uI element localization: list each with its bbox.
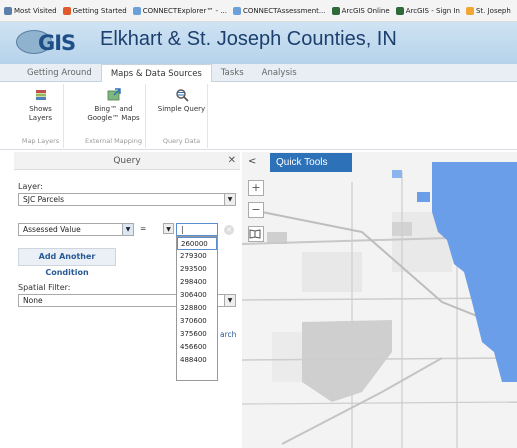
tab-maps-data-sources[interactable]: Maps & Data Sources bbox=[100, 64, 212, 83]
dropdown-option[interactable]: 306400 bbox=[177, 289, 217, 302]
ribbon-group-query-data: Simple Query Query Data bbox=[156, 84, 208, 148]
chevron-down-icon[interactable]: ▼ bbox=[122, 224, 133, 235]
ribbon-button-label: Simple Query bbox=[157, 105, 206, 113]
bookmark-label: St. Joseph bbox=[475, 6, 511, 15]
close-icon[interactable]: ✕ bbox=[228, 152, 236, 170]
map-canvas[interactable] bbox=[242, 152, 517, 448]
bookmark-label: ArcGIS Online bbox=[341, 6, 390, 15]
query-icon bbox=[175, 89, 189, 102]
ribbon-button-label: Shows Layers bbox=[28, 105, 53, 122]
bookmark-favicon-icon bbox=[132, 6, 141, 15]
clear-value-icon[interactable]: ✕ bbox=[224, 225, 234, 235]
bookmark-favicon-icon bbox=[395, 6, 404, 15]
value-input[interactable]: | bbox=[176, 223, 218, 236]
bookmark-label: Getting Started bbox=[72, 6, 127, 15]
bookmark-item[interactable]: ArcGIS Online bbox=[331, 6, 390, 15]
bookmark-label: Most Visited bbox=[14, 6, 57, 15]
city-patch bbox=[417, 192, 430, 202]
field-select[interactable]: Assessed Value ▼ bbox=[18, 223, 134, 236]
bookmark-item[interactable]: CONNECTAssessment... bbox=[233, 6, 326, 15]
bing-google-maps-button[interactable]: Bing™ and Google™ Maps bbox=[82, 88, 145, 123]
bookmark-favicon-icon bbox=[62, 6, 71, 15]
layer-label: Layer: bbox=[18, 182, 43, 191]
chevron-down-icon[interactable]: ▼ bbox=[224, 194, 235, 205]
bookmarks-bar: Most Visited Getting Started CONNECTExplor… bbox=[0, 0, 517, 22]
layers-icon bbox=[35, 90, 46, 100]
spatial-filter-label: Spatial Filter: bbox=[18, 283, 71, 292]
chevron-down-icon[interactable]: ▼ bbox=[163, 223, 174, 234]
collapse-panel-button[interactable]: < bbox=[248, 156, 258, 168]
city-patch bbox=[392, 170, 402, 178]
add-condition-button[interactable]: Add Another Condition bbox=[18, 248, 116, 277]
bookmark-favicon-icon bbox=[233, 6, 241, 15]
external-map-icon bbox=[107, 88, 121, 101]
urban-area-west bbox=[302, 320, 392, 402]
ribbon-tabs: Getting Around Maps & Data Sources Tasks An… bbox=[0, 64, 517, 83]
dropdown-option[interactable]: 488400 bbox=[177, 354, 217, 367]
bookmark-label: ArcGIS - Sign In bbox=[405, 6, 460, 15]
bookmark-label: CONNECTAssessment... bbox=[243, 6, 326, 15]
road bbox=[242, 401, 517, 405]
ribbon-button-label: Bing™ and Google™ Maps bbox=[87, 105, 140, 122]
field-select-value: Assessed Value bbox=[23, 225, 81, 234]
spatial-filter-value: None bbox=[23, 296, 43, 305]
zoom-out-button[interactable]: − bbox=[248, 202, 264, 218]
layer-select[interactable]: SJC Parcels ▼ bbox=[18, 193, 236, 206]
shows-layers-button[interactable]: Shows Layers bbox=[18, 88, 63, 123]
value-dropdown-list[interactable]: 260000 279300 293500 298400 306400 328800 3706… bbox=[176, 236, 218, 381]
bookmark-item[interactable]: ArcGIS - Sign In bbox=[395, 6, 460, 15]
ribbon-group-label: Query Data bbox=[162, 137, 201, 145]
bookmark-icon[interactable] bbox=[248, 226, 264, 242]
simple-query-button[interactable]: Simple Query bbox=[156, 88, 207, 114]
app-header: GIS Elkhart & St. Joseph Counties, IN bbox=[0, 22, 517, 64]
query-panel: Query ✕ Layer: SJC Parcels ▼ Assessed Va… bbox=[14, 152, 240, 448]
tab-tasks[interactable]: Tasks bbox=[212, 64, 253, 81]
dropdown-option[interactable]: 293500 bbox=[177, 263, 217, 276]
city-patch bbox=[457, 252, 474, 264]
zoom-in-button[interactable]: + bbox=[248, 180, 264, 196]
bookmark-item[interactable]: Most Visited bbox=[4, 6, 57, 15]
bookmark-label: CONNECTExplorer™ - ... bbox=[142, 6, 227, 15]
dropdown-option[interactable]: 370600 bbox=[177, 315, 217, 328]
layer-select-value: SJC Parcels bbox=[23, 195, 65, 204]
search-button[interactable]: arch bbox=[220, 328, 242, 342]
query-panel-title: Query bbox=[113, 156, 141, 166]
ribbon-group-map-layers: Shows Layers Map Layers bbox=[18, 84, 64, 148]
bookmark-favicon-icon bbox=[4, 6, 12, 15]
quick-tools-tab[interactable]: Quick Tools bbox=[270, 153, 352, 172]
bookmark-item[interactable]: St. Joseph bbox=[465, 6, 511, 15]
tab-getting-around[interactable]: Getting Around bbox=[18, 64, 101, 81]
map-view[interactable]: < Quick Tools + − bbox=[242, 152, 517, 448]
bookmark-item[interactable]: CONNECTExplorer™ - ... bbox=[132, 6, 227, 15]
operator-select-value: = bbox=[140, 224, 147, 233]
dropdown-option[interactable]: 279300 bbox=[177, 250, 217, 263]
gis-logo: GIS bbox=[16, 30, 88, 55]
dropdown-option[interactable]: 375600 bbox=[177, 328, 217, 341]
tab-analysis[interactable]: Analysis bbox=[253, 64, 306, 81]
dropdown-option[interactable]: 298400 bbox=[177, 276, 217, 289]
ribbon: Shows Layers Map Layers Bing™ and Google… bbox=[0, 82, 517, 150]
dropdown-option[interactable]: 328800 bbox=[177, 302, 217, 315]
bookmark-favicon-icon bbox=[331, 6, 340, 15]
bookmark-item[interactable]: Getting Started bbox=[62, 6, 127, 15]
ribbon-group-label: External Mapping bbox=[85, 137, 142, 145]
operator-select[interactable]: = ▼ bbox=[136, 223, 174, 236]
bookmark-favicon-icon bbox=[465, 6, 474, 15]
query-panel-header: Query ✕ bbox=[14, 152, 240, 170]
dropdown-option[interactable]: 456600 bbox=[177, 341, 217, 354]
value-input-text: | bbox=[181, 225, 184, 234]
book-icon bbox=[249, 229, 261, 239]
dropdown-option[interactable]: 260000 bbox=[177, 237, 217, 250]
chevron-down-icon[interactable]: ▼ bbox=[224, 295, 235, 306]
page-title: Elkhart & St. Joseph Counties, IN bbox=[100, 28, 397, 50]
ribbon-group-label: Map Layers bbox=[21, 137, 60, 145]
ribbon-group-external-mapping: Bing™ and Google™ Maps External Mapping bbox=[82, 84, 146, 148]
logo-text: GIS bbox=[38, 31, 76, 55]
